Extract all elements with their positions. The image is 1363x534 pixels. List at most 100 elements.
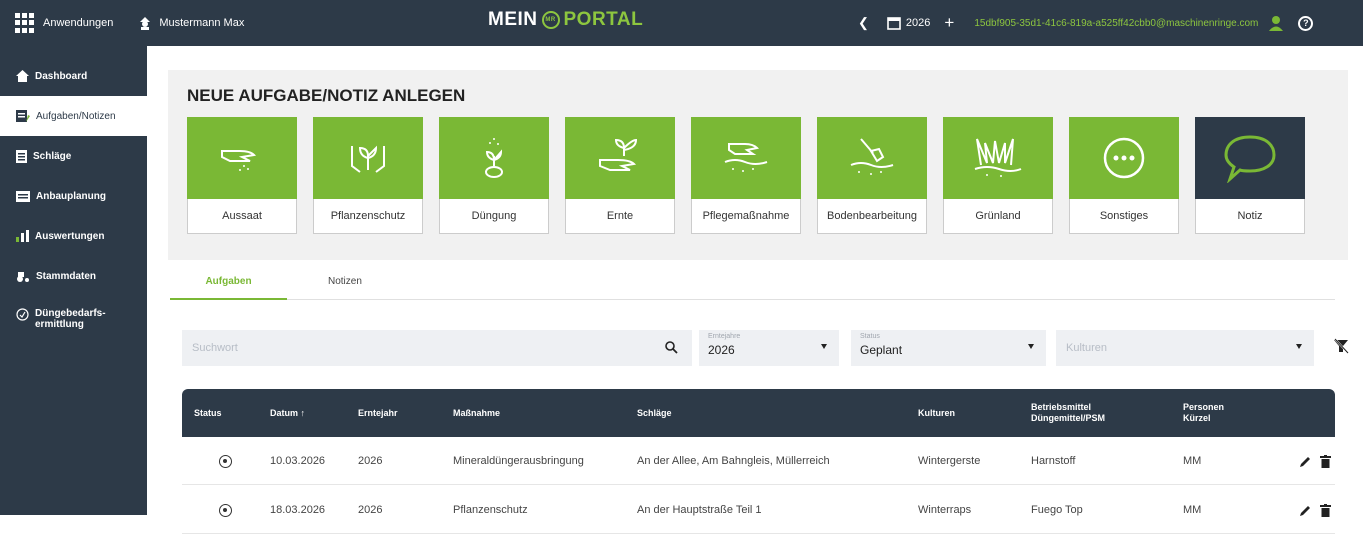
sidebar-item-reports[interactable]: Auswertungen xyxy=(0,216,147,256)
header-persons-line1: Personen xyxy=(1183,402,1225,412)
tile-maintenance[interactable]: Pflegemaßnahme xyxy=(691,117,801,234)
header-persons[interactable]: Personen Kürzel xyxy=(1183,389,1224,437)
header-means-line2: Düngemittel/PSM xyxy=(1031,413,1106,423)
hand-soil-icon xyxy=(691,117,801,199)
bar-chart-icon xyxy=(16,230,29,242)
year-select-label: Erntejahre xyxy=(708,333,741,340)
sidebar-item-fields[interactable]: Schläge xyxy=(0,136,147,176)
tile-harvest[interactable]: Ernte xyxy=(565,117,675,234)
tile-other[interactable]: Sonstiges xyxy=(1069,117,1179,234)
header-means-line1: Betriebsmittel xyxy=(1031,402,1092,412)
tile-label: Notiz xyxy=(1195,199,1305,234)
add-icon[interactable]: + xyxy=(944,13,954,33)
sidebar-item-planning[interactable]: Anbauplanung xyxy=(0,176,147,216)
crops-placeholder: Kulturen xyxy=(1066,342,1107,354)
tab-notes[interactable]: Notizen xyxy=(328,276,362,287)
sidebar-item-label: Aufgaben/Notizen xyxy=(36,110,116,122)
tile-label: Pflanzenschutz xyxy=(313,199,423,234)
account-email: 15dbf905-35d1-41c6-819a-a525ff42cbb0@mas… xyxy=(974,17,1259,29)
logo-portal: PORTAL xyxy=(563,9,644,30)
tile-label: Düngung xyxy=(439,199,549,234)
chevron-down-icon xyxy=(1028,344,1034,349)
year-select-value: 2026 xyxy=(708,343,735,357)
header-fields[interactable]: Schläge xyxy=(637,389,672,437)
table-row[interactable]: 18.03.2026 2026 Pflanzenschutz An der Ha… xyxy=(182,486,1335,534)
tile-tillage[interactable]: Bodenbearbeitung xyxy=(817,117,927,234)
top-bar: Anwendungen Mustermann Max MEIN MR PORTA… xyxy=(0,0,1363,46)
tab-tasks[interactable]: Aufgaben xyxy=(170,276,287,300)
row-measure: Mineraldüngerausbringung xyxy=(453,455,584,467)
logo-mein: MEIN xyxy=(488,9,538,30)
chevron-down-icon xyxy=(1296,344,1302,349)
search-field[interactable]: Suchwort xyxy=(182,330,692,366)
user-menu[interactable]: Mustermann Max xyxy=(138,16,244,30)
tasks-icon xyxy=(16,110,30,122)
row-fields: An der Allee, Am Bahngleis, Müllerreich xyxy=(637,455,830,467)
clear-filter-icon[interactable] xyxy=(1333,338,1349,354)
row-crops: Winterraps xyxy=(918,504,972,516)
tile-sowing[interactable]: Aussaat xyxy=(187,117,297,234)
tile-label: Pflegemaßnahme xyxy=(691,199,801,234)
tabs: Aufgaben Notizen xyxy=(170,270,1335,300)
hands-plant-icon xyxy=(313,117,423,199)
tile-note[interactable]: Notiz xyxy=(1195,117,1305,234)
sidebar-item-label: Auswertungen xyxy=(35,230,105,242)
year-select[interactable]: Erntejahre 2026 xyxy=(699,330,839,366)
grass-icon xyxy=(943,117,1053,199)
header-date[interactable]: Datum ↑ xyxy=(270,389,305,437)
header-means[interactable]: Betriebsmittel Düngemittel/PSM xyxy=(1031,389,1105,437)
calendar-icon[interactable] xyxy=(887,16,901,30)
edit-icon[interactable] xyxy=(1299,455,1312,468)
panel-title: NEUE AUFGABE/NOTIZ ANLEGEN xyxy=(187,86,466,105)
portal-logo[interactable]: MEIN MR PORTAL xyxy=(488,9,643,31)
apps-label: Anwendungen xyxy=(43,17,114,29)
tile-fertilization[interactable]: Düngung xyxy=(439,117,549,234)
speech-bubble-icon xyxy=(1195,117,1305,199)
status-planned-icon[interactable] xyxy=(219,454,232,468)
new-task-panel: NEUE AUFGABE/NOTIZ ANLEGEN Aussaat Pflan… xyxy=(168,70,1348,260)
sprout-fertilizer-icon xyxy=(439,117,549,199)
status-select[interactable]: Status Geplant xyxy=(851,330,1046,366)
help-icon[interactable]: ? xyxy=(1298,15,1314,31)
delete-icon[interactable] xyxy=(1320,454,1331,468)
account-icon[interactable] xyxy=(1268,15,1284,31)
tile-plant-protection[interactable]: Pflanzenschutz xyxy=(313,117,423,234)
sidebar-item-tasks-notes[interactable]: Aufgaben/Notizen xyxy=(0,96,147,136)
hand-sprout-icon xyxy=(565,117,675,199)
logo-badge: MR xyxy=(541,11,560,29)
search-icon[interactable] xyxy=(665,341,678,354)
sidebar-item-label: Anbauplanung xyxy=(36,190,106,202)
table-header: Status Datum ↑ Erntejahr Maßnahme Schläg… xyxy=(182,389,1335,437)
header-harvest-year[interactable]: Erntejahr xyxy=(358,389,398,437)
status-select-value: Geplant xyxy=(860,343,903,357)
sidebar-item-fertilizer-needs[interactable]: Düngebedarfs- ermittlung xyxy=(0,296,147,344)
tile-label: Grünland xyxy=(943,199,1053,234)
row-crops: Wintergerste xyxy=(918,455,981,467)
shovel-soil-icon xyxy=(817,117,927,199)
previous-year-icon[interactable]: ❮ xyxy=(858,15,869,31)
table-row[interactable]: 10.03.2026 2026 Mineraldüngerausbringung… xyxy=(182,437,1335,485)
sidebar-item-master-data[interactable]: Stammdaten xyxy=(0,256,147,296)
row-fields: An der Hauptstraße Teil 1 xyxy=(637,504,762,516)
fertilizer-needs-icon xyxy=(16,308,29,321)
row-means: Harnstoff xyxy=(1031,455,1076,467)
year-selector[interactable]: 2026 xyxy=(906,17,930,29)
row-persons: MM xyxy=(1183,455,1202,467)
apps-button[interactable]: Anwendungen xyxy=(15,13,113,33)
crops-select[interactable]: Kulturen xyxy=(1056,330,1314,366)
sidebar-item-label: Düngebedarfs- xyxy=(35,308,106,319)
row-year: 2026 xyxy=(358,455,383,467)
header-measure[interactable]: Maßnahme xyxy=(453,389,500,437)
apps-grid-icon xyxy=(15,13,35,33)
tile-label: Bodenbearbeitung xyxy=(817,199,927,234)
tile-label: Ernte xyxy=(565,199,675,234)
planning-icon xyxy=(16,190,30,202)
header-crops[interactable]: Kulturen xyxy=(918,389,955,437)
fields-icon xyxy=(16,149,27,163)
tile-label: Aussaat xyxy=(187,199,297,234)
header-status[interactable]: Status xyxy=(194,389,222,437)
tile-grassland[interactable]: Grünland xyxy=(943,117,1053,234)
sidebar-item-dashboard[interactable]: Dashboard xyxy=(0,56,147,96)
status-select-label: Status xyxy=(860,333,880,340)
task-type-tiles: Aussaat Pflanzenschutz Düngung Ernte Pfl… xyxy=(187,117,1321,234)
